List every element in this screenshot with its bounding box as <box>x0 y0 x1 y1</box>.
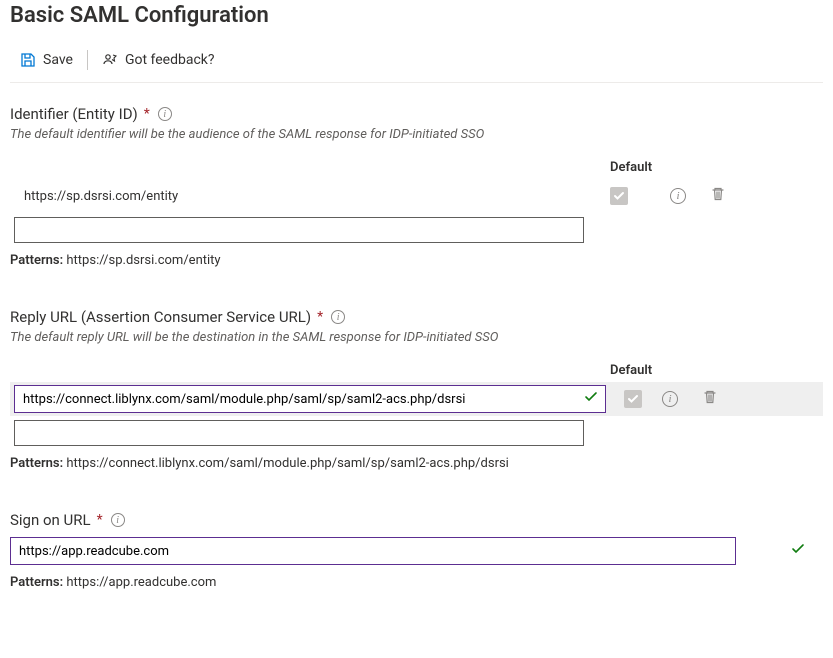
feedback-label: Got feedback? <box>125 52 215 68</box>
close-icon[interactable] <box>811 0 823 30</box>
identifier-heading-text: Identifier (Entity ID) <box>10 105 138 123</box>
reply-url-heading-text: Reply URL (Assertion Consumer Service UR… <box>10 308 311 326</box>
sign-on-patterns: Patterns: https://app.readcube.com <box>10 575 823 590</box>
patterns-label: Patterns: <box>10 456 63 471</box>
patterns-value: https://app.readcube.com <box>66 575 216 590</box>
identifier-table: Default https://sp.dsrsi.com/entity i <box>10 156 823 243</box>
identifier-description: The default identifier will be the audie… <box>10 127 823 142</box>
col-value <box>10 160 610 175</box>
col-value <box>10 363 610 378</box>
reply-url-new-input[interactable] <box>14 420 584 446</box>
reply-url-heading: Reply URL (Assertion Consumer Service UR… <box>10 308 823 326</box>
header: Basic SAML Configuration <box>10 0 823 38</box>
row-info-icon[interactable]: i <box>662 391 678 407</box>
trash-icon <box>710 186 726 202</box>
reply-url-input-wrap <box>14 385 606 413</box>
delete-row-button[interactable] <box>702 394 718 409</box>
patterns-value: https://sp.dsrsi.com/entity <box>66 253 220 268</box>
identifier-row: https://sp.dsrsi.com/entity i <box>10 179 823 213</box>
patterns-label: Patterns: <box>10 575 63 590</box>
sign-on-heading: Sign on URL * i <box>10 511 823 529</box>
col-delete <box>710 160 750 175</box>
col-default-label: Default <box>610 363 670 378</box>
identifier-new-row <box>14 217 823 243</box>
trash-icon <box>702 389 718 405</box>
identifier-heading: Identifier (Entity ID) * i <box>10 105 823 123</box>
reply-url-section: Reply URL (Assertion Consumer Service UR… <box>10 308 823 471</box>
page-title: Basic SAML Configuration <box>10 3 269 28</box>
feedback-icon <box>102 52 118 68</box>
identifier-patterns: Patterns: https://sp.dsrsi.com/entity <box>10 253 823 268</box>
sign-on-input-wrap <box>10 537 823 565</box>
col-delete <box>710 363 750 378</box>
check-icon <box>627 393 639 405</box>
required-asterisk: * <box>144 106 150 122</box>
patterns-value: https://connect.liblynx.com/saml/module.… <box>66 456 508 471</box>
saml-config-panel: Basic SAML Configuration Save Got feedba… <box>0 0 833 610</box>
save-label: Save <box>43 52 73 68</box>
reply-url-new-row <box>14 420 823 446</box>
sign-on-heading-text: Sign on URL <box>10 511 91 529</box>
col-info <box>670 363 710 378</box>
save-button[interactable]: Save <box>18 48 75 72</box>
feedback-button[interactable]: Got feedback? <box>100 48 217 72</box>
default-checkbox[interactable] <box>610 187 628 205</box>
identifier-section: Identifier (Entity ID) * i The default i… <box>10 105 823 268</box>
identifier-value: https://sp.dsrsi.com/entity <box>10 187 610 206</box>
info-icon[interactable]: i <box>111 513 125 527</box>
reply-url-table: Default <box>10 359 823 446</box>
sign-on-input[interactable] <box>10 537 736 565</box>
patterns-label: Patterns: <box>10 253 63 268</box>
sign-on-section: Sign on URL * i Patterns: https://app.re… <box>10 511 823 590</box>
info-icon[interactable]: i <box>331 310 345 324</box>
reply-url-row: i <box>10 382 823 416</box>
reply-url-patterns: Patterns: https://connect.liblynx.com/sa… <box>10 456 823 471</box>
column-header-row: Default <box>10 359 823 382</box>
row-info-icon[interactable]: i <box>670 188 686 204</box>
save-icon <box>20 52 36 68</box>
valid-check-icon <box>791 542 805 560</box>
reply-url-input[interactable] <box>14 385 606 413</box>
column-header-row: Default <box>10 156 823 179</box>
toolbar: Save Got feedback? <box>10 38 823 83</box>
identifier-new-input[interactable] <box>14 217 584 243</box>
reply-url-description: The default reply URL will be the destin… <box>10 330 823 345</box>
delete-row-button[interactable] <box>710 191 726 206</box>
toolbar-divider <box>87 50 88 70</box>
col-info <box>670 160 710 175</box>
default-checkbox[interactable] <box>624 390 642 408</box>
info-icon[interactable]: i <box>158 107 172 121</box>
required-asterisk: * <box>317 309 323 325</box>
required-asterisk: * <box>97 512 103 528</box>
check-icon <box>613 190 625 202</box>
col-default-label: Default <box>610 160 670 175</box>
